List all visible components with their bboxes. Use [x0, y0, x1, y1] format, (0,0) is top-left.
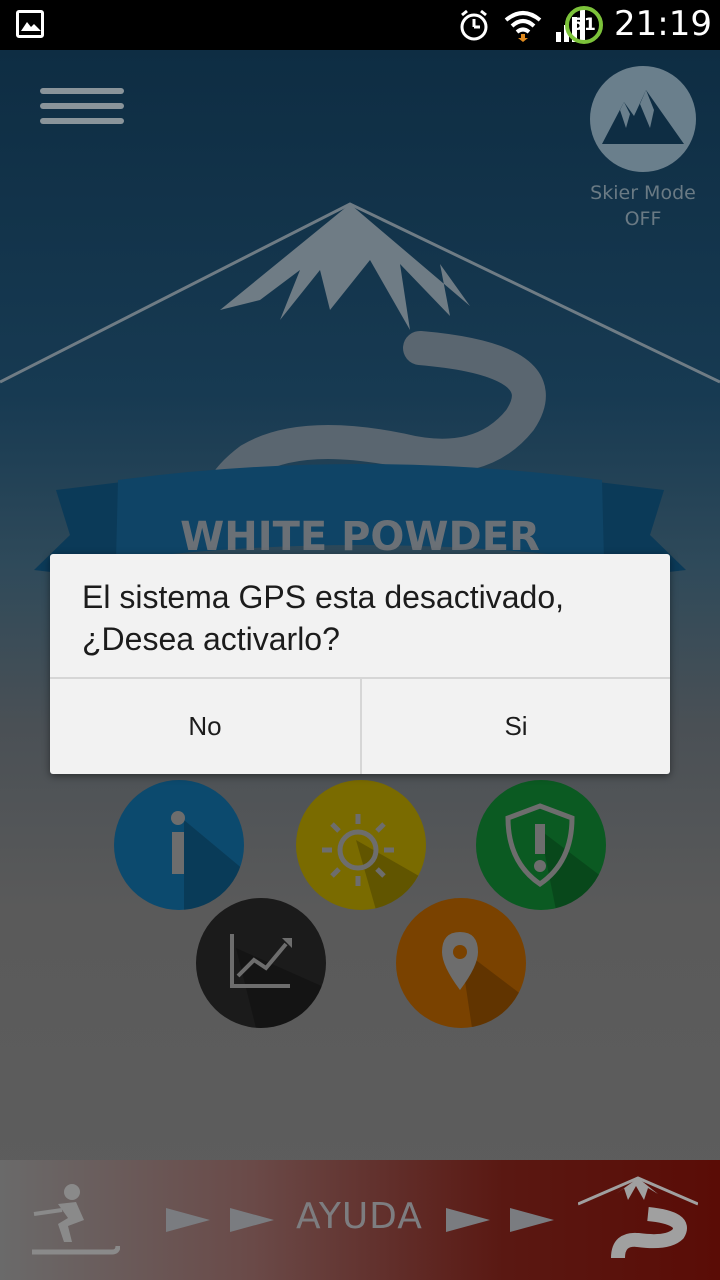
gallery-notification-icon [16, 10, 44, 38]
app-logo: WHITE POWDER [0, 200, 720, 600]
weather-button[interactable] [296, 780, 426, 910]
battery-icon: 51 [565, 6, 603, 44]
alert-button[interactable] [476, 780, 606, 910]
stats-chart-icon [230, 934, 326, 1028]
alert-shield-icon [505, 803, 606, 910]
gps-dialog: El sistema GPS esta desactivado, ¿Desea … [50, 554, 670, 774]
skier-icon [32, 1184, 120, 1255]
wifi-icon [504, 11, 542, 42]
weather-sun-icon [322, 814, 426, 910]
menu-icon[interactable] [40, 88, 124, 128]
stats-button[interactable] [196, 898, 326, 1028]
mountain-icon [590, 66, 696, 172]
help-label: AYUDA [296, 1196, 423, 1237]
dialog-message: El sistema GPS esta desactivado, ¿Desea … [82, 579, 564, 657]
no-button[interactable]: No [50, 679, 360, 774]
alarm-icon [460, 9, 488, 41]
yes-button[interactable]: Si [360, 679, 670, 774]
battery-level: 51 [572, 15, 596, 35]
logo-mountain-icon [578, 1176, 698, 1259]
clock: 21:19 [614, 4, 712, 44]
map-button[interactable] [396, 898, 526, 1028]
help-bar[interactable]: AYUDA [0, 1160, 720, 1280]
info-button[interactable] [114, 780, 244, 910]
map-pin-icon [442, 932, 526, 1028]
status-bar: 51 21:19 [0, 0, 720, 50]
info-icon [171, 811, 244, 910]
